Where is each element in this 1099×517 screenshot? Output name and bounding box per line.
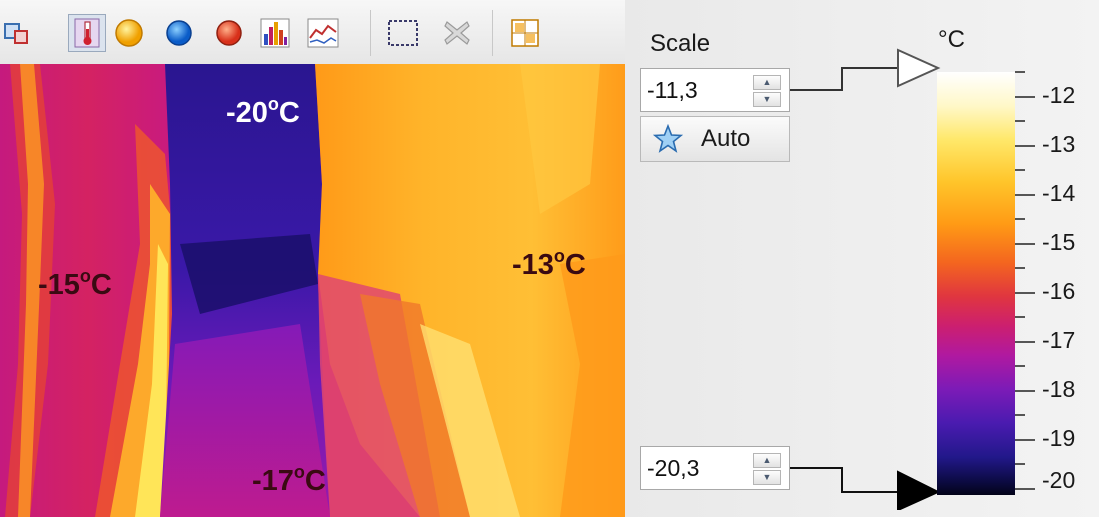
cold-spot-button[interactable] — [160, 14, 198, 52]
temp-label-right-unit: C — [564, 249, 586, 281]
scale-max-arrows: ▲ ▼ — [753, 75, 781, 107]
temp-label-right: -13oC — [512, 246, 586, 282]
yellow-circle-icon — [115, 19, 143, 47]
max-pointer-handle[interactable] — [897, 48, 941, 88]
min-pointer-handle[interactable] — [897, 470, 941, 510]
grid-icon — [511, 19, 539, 47]
dashed-rectangle-icon — [388, 20, 418, 46]
temp-label-right-value: -13 — [512, 249, 554, 281]
tick-label: -16 — [1042, 278, 1076, 304]
auto-scale-button[interactable]: Auto — [640, 116, 790, 162]
red-spot-button[interactable] — [210, 14, 248, 52]
scale-max-up-button[interactable]: ▲ — [753, 75, 781, 90]
temp-label-top-degree: o — [267, 94, 279, 114]
scale-pointers — [790, 48, 941, 510]
hot-spot-button[interactable] — [110, 14, 148, 52]
scale-max-spinner[interactable]: -11,3 ▲ ▼ — [640, 68, 790, 112]
star-icon — [653, 124, 683, 153]
temp-label-right-degree: o — [553, 246, 565, 266]
scale-min-spinner[interactable]: -20,3 ▲ ▼ — [640, 446, 790, 490]
chevron-up-icon: ▲ — [762, 455, 772, 465]
scale-min-arrows: ▲ ▼ — [753, 453, 781, 485]
auto-scale-label: Auto — [701, 125, 751, 152]
scale-ticks — [1015, 71, 1035, 490]
toolbar — [0, 0, 625, 64]
toolbar-separator — [370, 10, 371, 56]
temp-label-left-value: -15 — [38, 269, 80, 301]
scale-max-down-button[interactable]: ▼ — [753, 92, 781, 107]
color-scale-bar — [937, 72, 1015, 495]
thermometer-button[interactable] — [68, 14, 106, 52]
scale-min-value[interactable]: -20,3 — [647, 455, 699, 482]
remove-area-button[interactable] — [438, 14, 476, 52]
temp-label-bottom-unit: C — [304, 465, 326, 497]
chevron-down-icon: ▼ — [762, 472, 772, 482]
thermometer-icon — [74, 18, 100, 48]
temp-label-left-degree: o — [79, 266, 91, 286]
chevron-down-icon: ▼ — [762, 94, 772, 104]
chevron-up-icon: ▲ — [762, 77, 772, 87]
profile-chart-icon — [307, 18, 339, 48]
scale-title: Scale — [650, 30, 711, 57]
grid-button[interactable] — [506, 14, 544, 52]
temp-label-top-unit: C — [278, 97, 300, 129]
scale-unit-label: °C — [938, 26, 965, 53]
temp-label-bottom-degree: o — [293, 462, 305, 482]
layers-button[interactable] — [0, 14, 34, 52]
temp-label-left: -15oC — [38, 266, 112, 302]
red-circle-icon — [216, 20, 242, 46]
tick-label: -13 — [1042, 131, 1076, 157]
profile-button[interactable] — [304, 14, 342, 52]
remove-shape-icon — [444, 21, 470, 45]
scale-min-up-button[interactable]: ▲ — [753, 453, 781, 468]
scale-max-value[interactable]: -11,3 — [647, 77, 698, 104]
select-area-button[interactable] — [384, 14, 422, 52]
temp-label-bottom: -17oC — [252, 462, 326, 498]
temp-label-left-unit: C — [90, 269, 112, 301]
tick-label: -18 — [1042, 376, 1076, 402]
temp-label-bottom-value: -17 — [252, 465, 294, 497]
histogram-button[interactable] — [256, 14, 294, 52]
histogram-icon — [260, 18, 290, 48]
tick-label: -15 — [1042, 229, 1076, 255]
temp-label-top: -20oC — [226, 94, 300, 130]
temp-label-top-value: -20 — [226, 97, 268, 129]
scale-min-down-button[interactable]: ▼ — [753, 470, 781, 485]
tick-label: -20 — [1042, 467, 1076, 493]
toolbar-separator — [492, 10, 493, 56]
tick-label: -14 — [1042, 180, 1076, 206]
blue-circle-icon — [166, 20, 192, 46]
layers-icon — [4, 23, 28, 44]
tick-label: -17 — [1042, 327, 1076, 353]
thermal-image[interactable]: -20oC -15oC -13oC -17oC — [0, 64, 625, 517]
tick-label: -12 — [1042, 82, 1076, 108]
tick-label: -19 — [1042, 425, 1076, 451]
